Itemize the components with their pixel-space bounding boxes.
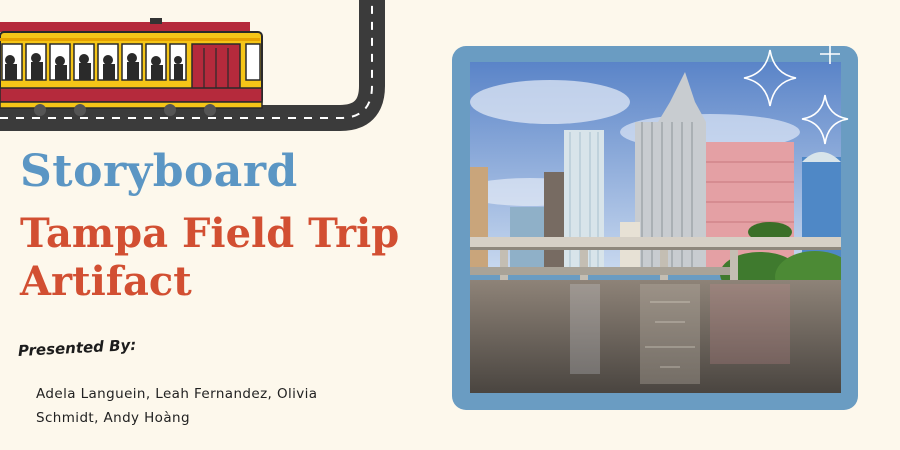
title-field-trip: Tampa Field Trip Artifact (20, 210, 400, 305)
title-storyboard: Storyboard (20, 146, 298, 197)
streetcar-icon (0, 18, 263, 116)
authors-list: Adela Languein, Leah Fernandez, Olivia S… (36, 386, 318, 426)
sparkle-icon (743, 44, 849, 145)
